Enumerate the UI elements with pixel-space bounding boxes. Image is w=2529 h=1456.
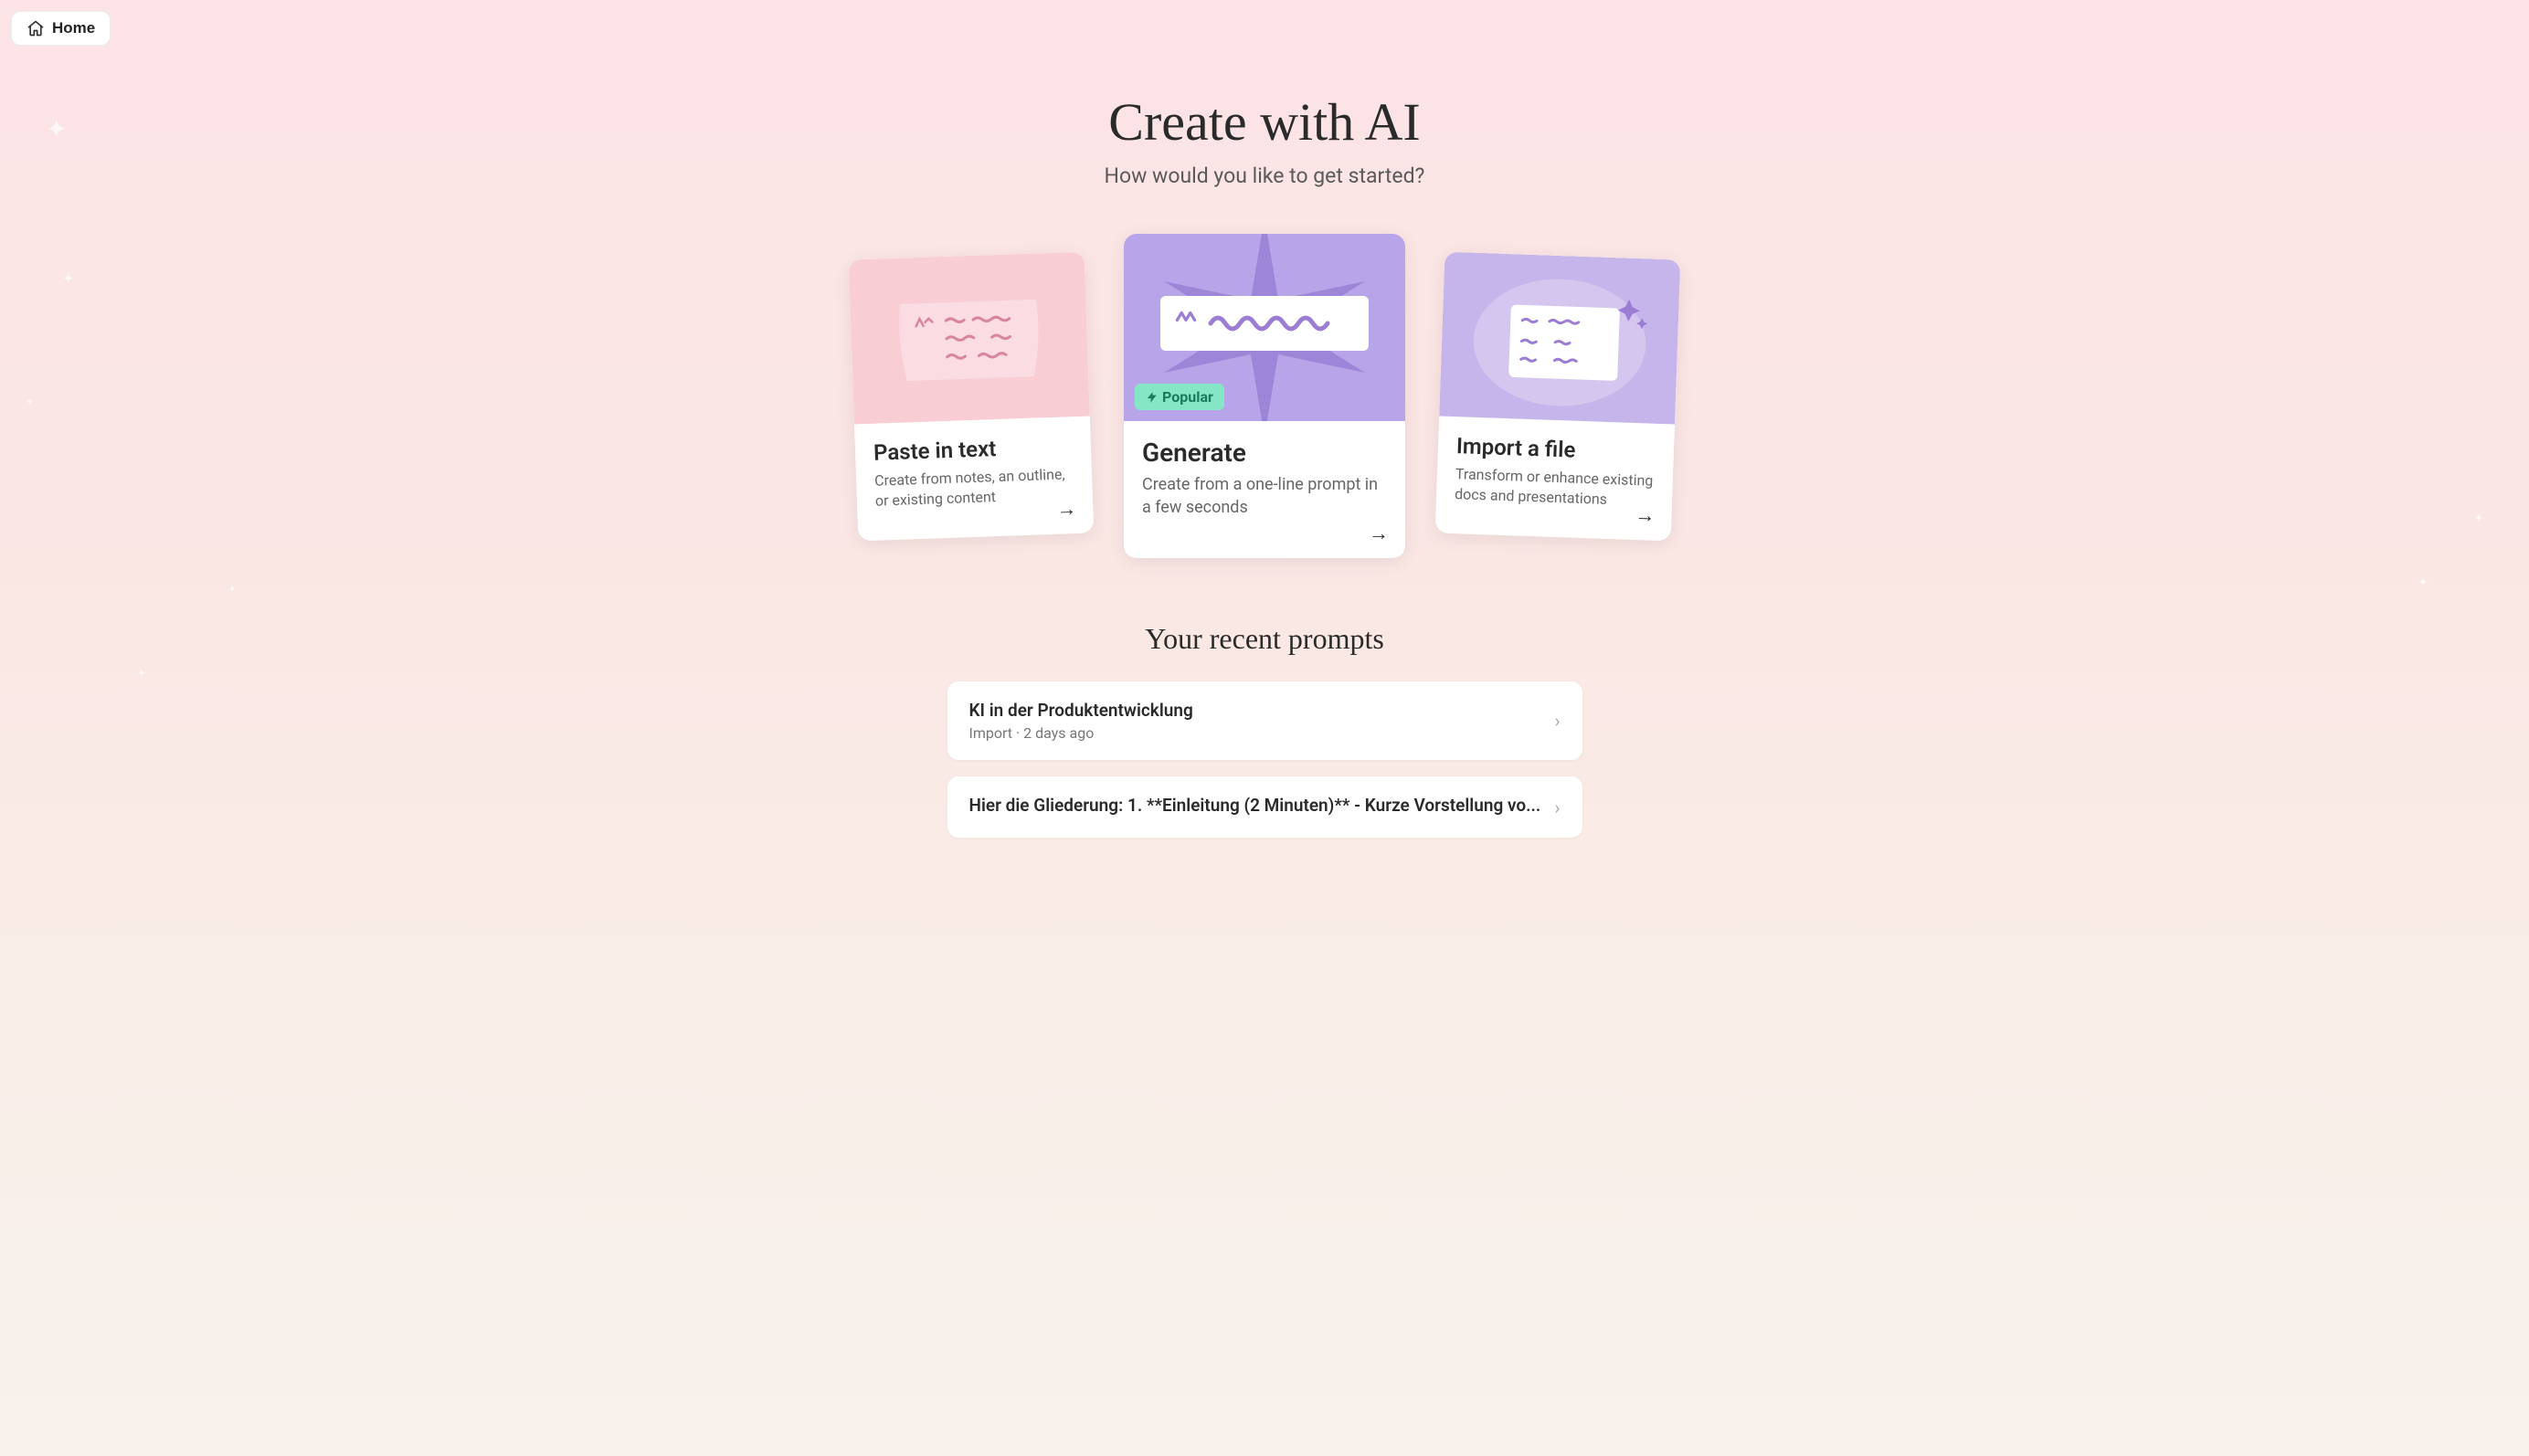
chevron-right-icon: › <box>1554 797 1560 818</box>
sparkle-decoration: ✦ <box>26 397 33 407</box>
arrow-right-icon: → <box>1056 497 1077 522</box>
sparkle-decoration: ✦ <box>228 585 236 595</box>
option-cards: Paste in text Create from notes, an outl… <box>625 234 1904 558</box>
card-paste-text[interactable]: Paste in text Create from notes, an outl… <box>849 251 1095 541</box>
card-title: Generate <box>1142 438 1387 468</box>
chevron-right-icon: › <box>1554 710 1560 732</box>
page-title: Create with AI <box>625 91 1904 153</box>
recent-prompts-heading: Your recent prompts <box>625 622 1904 656</box>
sparkle-decoration: ✦ <box>137 667 146 680</box>
badge-label: Popular <box>1162 388 1213 406</box>
sparkle-decoration: ✦ <box>46 114 67 144</box>
card-generate[interactable]: Popular Generate Create from a one-line … <box>1124 234 1405 558</box>
card-illustration: Popular <box>1124 234 1405 421</box>
card-illustration <box>849 251 1090 424</box>
card-description: Create from notes, an outline, or existi… <box>874 464 1074 512</box>
card-import-file[interactable]: Import a file Transform or enhance exist… <box>1435 251 1681 541</box>
arrow-right-icon: → <box>1635 503 1656 528</box>
card-title: Paste in text <box>873 433 1074 466</box>
sparkle-decoration: ✦ <box>62 269 74 287</box>
home-button[interactable]: Home <box>11 11 111 46</box>
arrow-right-icon: → <box>1369 522 1389 545</box>
recent-prompts-list: KI in der Produktentwicklung Import · 2 … <box>947 681 1582 838</box>
lightning-icon <box>1146 391 1159 404</box>
card-title: Import a file <box>1456 433 1656 466</box>
sparkle-decoration: ✦ <box>2474 512 2483 524</box>
card-description: Transform or enhance existing docs and p… <box>1455 464 1655 512</box>
home-icon <box>26 19 45 37</box>
recent-prompt-item[interactable]: KI in der Produktentwicklung Import · 2 … <box>947 681 1582 760</box>
card-description: Create from a one-line prompt in a few s… <box>1142 473 1387 519</box>
popular-badge: Popular <box>1135 384 1224 410</box>
recent-item-title: Hier die Gliederung: 1. **Einleitung (2 … <box>969 795 1555 816</box>
recent-prompt-item[interactable]: Hier die Gliederung: 1. **Einleitung (2 … <box>947 776 1582 838</box>
card-illustration <box>1439 251 1680 424</box>
sparkle-decoration: ✦ <box>2418 575 2428 590</box>
recent-item-meta: Import · 2 days ago <box>969 724 1555 742</box>
recent-item-title: KI in der Produktentwicklung <box>969 700 1555 721</box>
page-subtitle: How would you like to get started? <box>625 164 1904 188</box>
home-label: Home <box>52 19 95 37</box>
